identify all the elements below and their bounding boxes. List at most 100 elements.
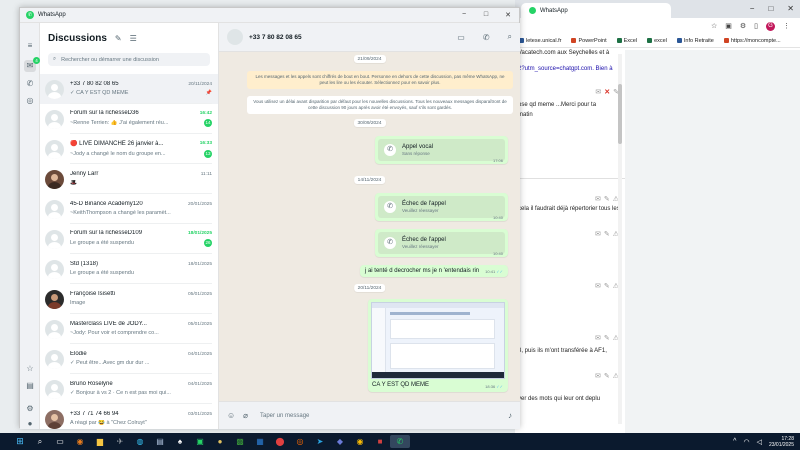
search-input[interactable]: ⌕ Rechercher ou démarrer une discussion — [48, 53, 210, 66]
archive-icon[interactable]: ▤ — [24, 380, 36, 392]
app-icon-9[interactable]: ◎ — [290, 435, 310, 448]
browser-toolbar: ☆ ▣ ⚙ ▯ G ⋮ — [515, 18, 800, 34]
chat-list-item[interactable]: Élodie 04/01/2025 ✓ Peut être...Avec gm du… — [40, 344, 218, 374]
tray-chevron-icon[interactable]: ^ — [733, 438, 736, 445]
extension-icon-2[interactable]: ⚙ — [740, 22, 746, 30]
call-message-inner: ✆ Échec de l'appel Veuillez réessayer — [378, 232, 505, 254]
whatsapp-taskbar-icon[interactable]: ✆ — [390, 435, 410, 448]
volume-icon[interactable]: ◁ — [757, 438, 762, 446]
search-icon: ⌕ — [53, 56, 57, 62]
contact-avatar[interactable] — [227, 29, 243, 45]
file-explorer-icon[interactable]: ▆ — [90, 435, 110, 448]
status-icon[interactable]: ◎ — [24, 95, 36, 107]
chat-list-item[interactable]: Forum sur la richesseD109 18/01/2025 Le gr… — [40, 224, 218, 254]
app-icon-8[interactable]: ⬤ — [270, 435, 290, 448]
chat-list-item[interactable]: +33 7 80 82 08 65 20/11/2024 ✓ CA Y EST QD… — [40, 74, 218, 104]
sidebar-icon[interactable]: ▯ — [754, 22, 758, 30]
chat-list-item[interactable]: Std (1318) 18/01/2025 Le groupe a été susp… — [40, 254, 218, 284]
close-icon[interactable]: ✕ — [787, 4, 794, 13]
call-subtitle: Veuillez réessayer — [402, 244, 439, 249]
bookmark-item[interactable]: excel — [647, 38, 667, 44]
chat-list-item[interactable]: 45-D Binance Academy120 20/01/2025 ~KeithT… — [40, 194, 218, 224]
emoji-icon[interactable]: ☺ — [227, 411, 235, 420]
browser-scrollbar[interactable] — [618, 54, 622, 424]
star-icon[interactable]: ☆ — [711, 22, 717, 30]
chat-avatar — [45, 229, 64, 249]
browser-tab-whatsapp[interactable]: WhatsApp — [521, 3, 671, 18]
chat-list-item[interactable]: 🔴 LIVE DIMANCHE 26 janvier à... 16:33 ~Jod… — [40, 134, 218, 164]
maximize-icon[interactable]: □ — [768, 4, 773, 13]
task-view-icon[interactable]: ▭ — [50, 435, 70, 448]
clock-date: 23/01/2025 — [768, 441, 794, 448]
page-link[interactable]: 2?utm_source=chatgpt.com. Bien à — [518, 66, 613, 72]
chat-list-item[interactable]: Bruno Roselyne 04/01/2025 ✓ Bonjour à vs 2… — [40, 374, 218, 404]
voice-call-icon[interactable]: ✆ — [483, 33, 490, 42]
call-message[interactable]: ✆ Échec de l'appel Veuillez réessayer 10… — [375, 193, 508, 221]
settings-gear-icon[interactable]: ⚙ — [24, 403, 36, 415]
chat-list-item[interactable]: Masterclass LIVE de JODY... 05/01/2025 ~Jo… — [40, 314, 218, 344]
windows-start-icon[interactable]: ⊞ — [10, 435, 30, 448]
telegram-icon[interactable]: ➤ — [310, 435, 330, 448]
call-message[interactable]: ✆ Échec de l'appel Veuillez réessayer 10… — [375, 229, 508, 257]
window-controls: − □ ✕ — [453, 11, 519, 19]
app-icon-10[interactable]: ◆ — [330, 435, 350, 448]
profile-avatar[interactable]: G — [766, 21, 775, 31]
chats-icon[interactable]: ✉ 4 — [24, 57, 40, 72]
new-chat-icon[interactable]: ✎ — [115, 34, 122, 43]
powerpoint-icon — [571, 38, 577, 43]
conversation-header[interactable]: +33 7 80 82 08 65 ▭ ✆ ⌕ — [219, 23, 520, 52]
text-message[interactable]: j ai tenté d decrocher ms je n 'entendai… — [359, 265, 508, 277]
calls-icon[interactable]: ✆ — [24, 78, 36, 90]
chat-list-item[interactable]: Forum sur la richesseD36 16:42 ~Renne Terr… — [40, 104, 218, 134]
chat-list-title: Discussions — [48, 32, 107, 44]
bookmark-item[interactable]: letese.unical.fr — [519, 38, 561, 44]
chat-list-item[interactable]: Jenny Larr 11:11 🎩 — [40, 164, 218, 194]
menu-dots-icon[interactable]: ⋮ — [783, 22, 790, 30]
message-time: 18:36 — [485, 384, 496, 389]
message-input[interactable]: Taper un message — [256, 413, 500, 419]
chat-list-item[interactable]: +33 7 71 74 66 94 03/01/2025 A réagi par 😂… — [40, 404, 218, 429]
minimize-icon[interactable]: − — [453, 11, 475, 19]
chat-name: Forum sur la richesseD109 — [70, 230, 143, 236]
bookmark-item[interactable]: https://moncompte... — [723, 38, 781, 44]
attach-paperclip-icon[interactable]: ⌀ — [243, 411, 248, 420]
encryption-notice[interactable]: Les messages et les appels sont chiffrés… — [247, 71, 513, 89]
close-icon[interactable]: ✕ — [497, 11, 519, 19]
word-icon[interactable]: ▦ — [250, 435, 270, 448]
app-icon-4[interactable]: ♠ — [170, 435, 190, 448]
wifi-icon[interactable]: ◠ — [743, 438, 749, 446]
message-area[interactable]: 21/09/2024 Les messages et les appels so… — [219, 52, 520, 401]
maximize-icon[interactable]: □ — [475, 11, 497, 19]
image-message[interactable]: CA Y EST QD MEME 18:36 ✓✓ — [368, 299, 508, 392]
bookmark-item[interactable]: Info Retraite — [676, 38, 714, 44]
app-icon-11[interactable]: ■ — [370, 435, 390, 448]
chat-top-row: +33 7 80 82 08 65 20/11/2024 — [70, 81, 212, 87]
hamburger-menu-icon[interactable]: ≡ — [24, 40, 36, 52]
system-clock[interactable]: 17:28 23/01/2025 — [769, 436, 794, 448]
bookmark-item[interactable]: PowerPoint — [571, 38, 607, 44]
chat-list-item[interactable]: Françoise Isisetti 05/01/2025 Image — [40, 284, 218, 314]
chat-preview: Le groupe a été suspendu — [70, 240, 134, 246]
app-icon-3[interactable]: ▤ — [150, 435, 170, 448]
contact-name[interactable]: +33 7 80 82 08 65 — [249, 34, 302, 41]
profile-avatar[interactable]: ● — [24, 418, 36, 430]
bookmark-item[interactable]: Excel — [616, 38, 637, 44]
starred-icon[interactable]: ☆ — [24, 363, 36, 375]
microphone-icon[interactable]: ♪ — [508, 411, 512, 420]
app-icon-5[interactable]: ▣ — [190, 435, 210, 448]
app-icon-2[interactable]: ✈ — [110, 435, 130, 448]
image-thumbnail[interactable] — [371, 302, 505, 379]
search-icon[interactable]: ⌕ — [508, 32, 512, 42]
filter-icon[interactable]: ☰ — [130, 34, 137, 43]
minimize-icon[interactable]: − — [750, 4, 755, 13]
extension-icon[interactable]: ▣ — [725, 22, 732, 30]
search-icon[interactable]: ⌕ — [30, 435, 50, 448]
scrollbar-thumb[interactable] — [618, 84, 622, 144]
edge-icon[interactable]: ◍ — [130, 435, 150, 448]
call-message[interactable]: ✆ Appel vocal Sans réponse 17:06 — [375, 136, 508, 164]
chrome-icon[interactable]: ◉ — [350, 435, 370, 448]
app-icon-1[interactable]: ◉ — [70, 435, 90, 448]
app-icon-7[interactable]: ▩ — [230, 435, 250, 448]
video-call-icon[interactable]: ▭ — [457, 33, 465, 42]
app-icon-6[interactable]: ● — [210, 435, 230, 448]
